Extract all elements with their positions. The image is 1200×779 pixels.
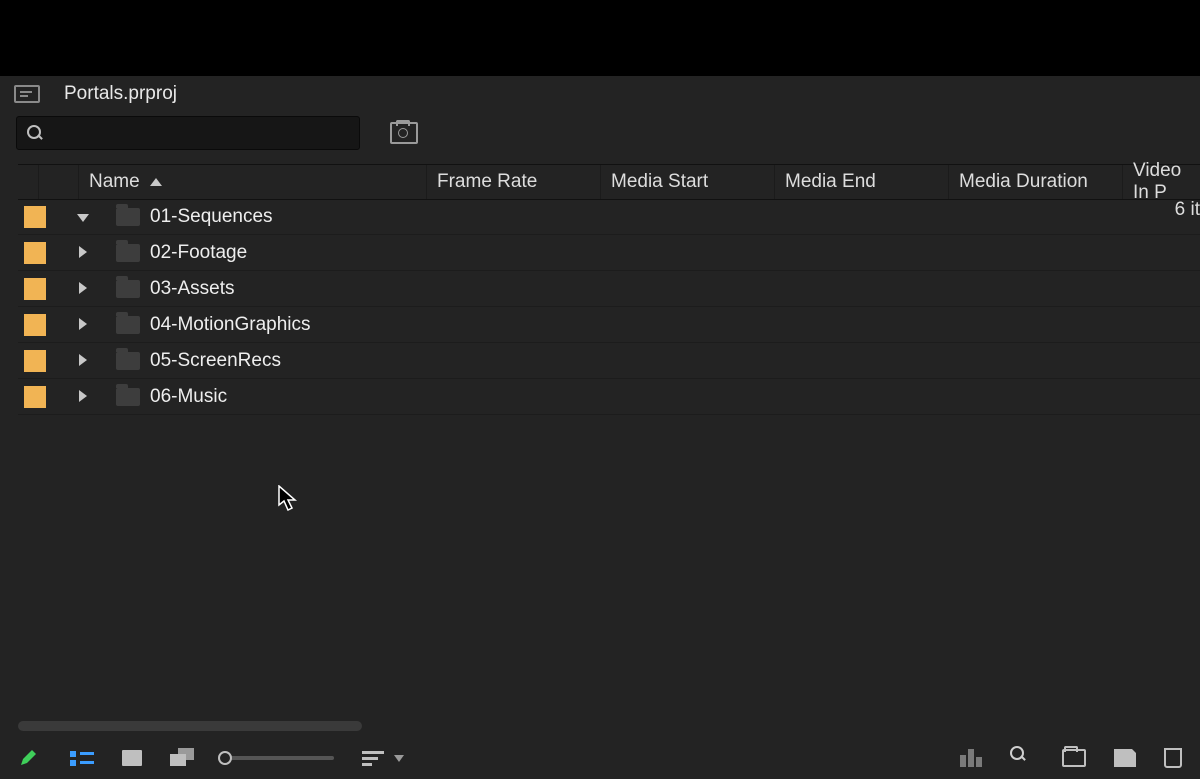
- search-row: [0, 112, 1200, 160]
- bin-name[interactable]: 06-Music: [150, 386, 1200, 408]
- icon-view-button[interactable]: [122, 750, 142, 766]
- bin-name[interactable]: 05-ScreenRecs: [150, 350, 1200, 372]
- sort-ascending-icon: [150, 178, 162, 186]
- label-chip[interactable]: [24, 314, 46, 336]
- column-media-duration[interactable]: Media Duration: [949, 165, 1123, 199]
- expand-toggle[interactable]: [79, 281, 87, 297]
- find-button[interactable]: [1010, 746, 1034, 770]
- label-chip[interactable]: [24, 278, 46, 300]
- table-row[interactable]: 02-Footage: [18, 235, 1200, 271]
- table-row[interactable]: 03-Assets: [18, 271, 1200, 307]
- project-icon: [14, 85, 40, 103]
- new-search-bin-button[interactable]: [390, 122, 418, 144]
- new-bin-button[interactable]: [1062, 749, 1086, 767]
- column-name[interactable]: Name: [79, 165, 427, 199]
- column-label[interactable]: [18, 165, 39, 199]
- search-icon: [27, 125, 43, 141]
- delete-button[interactable]: [1164, 748, 1182, 768]
- sort-icon: [362, 751, 384, 766]
- project-panel: Portals.prproj 6 it Name Frame Rate Medi…: [0, 76, 1200, 737]
- label-chip[interactable]: [24, 242, 46, 264]
- folder-icon: [116, 388, 140, 406]
- folder-icon: [116, 244, 140, 262]
- zoom-thumb[interactable]: [218, 751, 232, 765]
- expand-toggle[interactable]: [79, 317, 87, 333]
- panel-header: Portals.prproj: [0, 76, 1200, 112]
- table-row[interactable]: 01-Sequences: [18, 199, 1200, 235]
- table-row[interactable]: 04-MotionGraphics: [18, 307, 1200, 343]
- panel-footer: [0, 737, 1200, 779]
- column-media-start[interactable]: Media Start: [601, 165, 775, 199]
- folder-icon: [116, 280, 140, 298]
- write-mode-button[interactable]: [18, 746, 42, 770]
- bin-name[interactable]: 03-Assets: [150, 278, 1200, 300]
- table-row[interactable]: 05-ScreenRecs: [18, 343, 1200, 379]
- expand-toggle[interactable]: [79, 245, 87, 261]
- column-media-end[interactable]: Media End: [775, 165, 949, 199]
- search-box[interactable]: [16, 116, 360, 150]
- column-expand: [39, 165, 79, 199]
- thumbnail-zoom-slider[interactable]: [224, 756, 334, 760]
- chevron-down-icon: [394, 755, 404, 762]
- bin-name[interactable]: 04-MotionGraphics: [150, 314, 1200, 336]
- folder-icon: [116, 316, 140, 334]
- table-header: Name Frame Rate Media Start Media End Me…: [18, 164, 1200, 200]
- column-video-in[interactable]: Video In P: [1123, 165, 1200, 199]
- folder-icon: [116, 208, 140, 226]
- table-row[interactable]: 06-Music: [18, 379, 1200, 415]
- column-frame-rate[interactable]: Frame Rate: [427, 165, 601, 199]
- label-chip[interactable]: [24, 386, 46, 408]
- sort-menu[interactable]: [362, 751, 404, 766]
- expand-toggle[interactable]: [79, 353, 87, 369]
- project-title: Portals.prproj: [64, 83, 177, 105]
- bin-name[interactable]: 02-Footage: [150, 242, 1200, 264]
- folder-icon: [116, 352, 140, 370]
- bin-name[interactable]: 01-Sequences: [150, 206, 1200, 228]
- search-input[interactable]: [51, 124, 349, 142]
- expand-toggle[interactable]: [77, 209, 89, 225]
- new-item-button[interactable]: [1114, 749, 1136, 767]
- freeform-view-button[interactable]: [170, 748, 196, 768]
- table-body[interactable]: 01-Sequences 02-Footage 03-Assets 04-Mot…: [18, 199, 1200, 715]
- horizontal-scrollbar[interactable]: [18, 721, 362, 731]
- label-chip[interactable]: [24, 350, 46, 372]
- list-view-button[interactable]: [70, 751, 94, 766]
- label-chip[interactable]: [24, 206, 46, 228]
- expand-toggle[interactable]: [79, 389, 87, 405]
- automate-to-sequence-button[interactable]: [960, 749, 982, 767]
